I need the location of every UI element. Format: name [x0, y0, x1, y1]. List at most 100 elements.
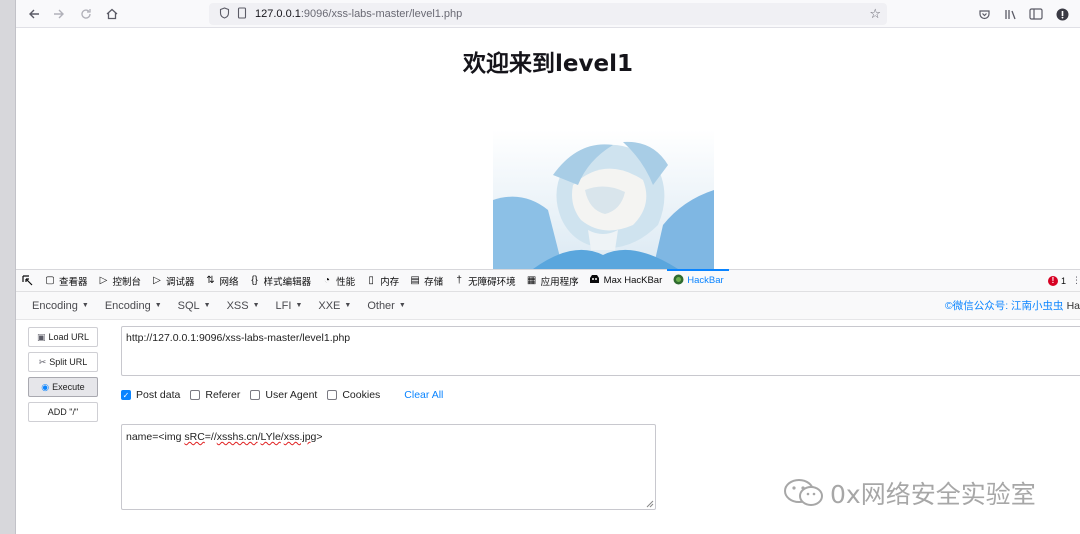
element-picker-icon[interactable]	[16, 270, 39, 291]
tab-debugger[interactable]: ▷ 调试器	[146, 270, 200, 291]
memory-icon: ▯	[368, 275, 374, 286]
level-image	[493, 130, 714, 269]
tab-max-hackbar[interactable]: Max HacKBar	[584, 270, 668, 291]
sidebar-icon[interactable]	[1026, 4, 1046, 24]
post-text: xss.jpg	[283, 431, 317, 443]
back-icon[interactable]	[24, 4, 44, 24]
tab-label: 网络	[219, 276, 239, 288]
tab-label: 无障碍环境	[468, 276, 516, 288]
add-slash-button[interactable]: ADD "/"	[28, 402, 98, 422]
post-data-checkbox[interactable]: ✓ Post data	[121, 389, 180, 401]
forward-icon[interactable]	[49, 4, 69, 24]
home-icon[interactable]	[102, 4, 122, 24]
left-window-strip	[0, 0, 16, 534]
button-label: ADD "/"	[47, 407, 79, 417]
accessibility-icon: †	[456, 275, 462, 286]
option-label: Referer	[205, 389, 241, 401]
menu-sql[interactable]: SQL ▼	[178, 300, 211, 312]
chevron-down-icon: ▼	[295, 302, 303, 309]
post-data-textarea[interactable]: name=<img sRC=//xsshs.cn/LYle/xss.jpg>	[121, 424, 656, 510]
tab-storage[interactable]: ▤ 存储	[404, 270, 448, 291]
menu-encoding[interactable]: Encoding ▼	[32, 300, 89, 312]
url-textarea[interactable]: http://127.0.0.1:9096/xss-labs-master/le…	[121, 326, 1080, 376]
shield-icon[interactable]	[217, 6, 231, 22]
tab-console[interactable]: ▷ 控制台	[93, 270, 147, 291]
page-icon[interactable]	[237, 6, 249, 22]
performance-icon: ◔	[324, 275, 331, 286]
tab-hackbar[interactable]: HackBar	[667, 269, 730, 291]
debugger-icon: ▷	[153, 275, 161, 286]
resize-handle-icon[interactable]	[646, 500, 654, 508]
tab-memory[interactable]: ▯ 内存	[360, 270, 404, 291]
tab-performance[interactable]: ◔ 性能	[316, 270, 360, 291]
credit-tail: Ha	[1066, 299, 1080, 312]
reload-icon[interactable]	[76, 4, 96, 24]
menu-label: Encoding	[32, 299, 78, 312]
cookies-checkbox[interactable]: Cookies	[327, 389, 380, 401]
checkbox-icon	[327, 390, 338, 400]
hackbar-menu-bar: Encoding ▼ Encoding ▼ SQL ▼ XSS ▼ LFI ▼ XXE ▼ …	[16, 292, 1080, 320]
tab-application[interactable]: ▦ 应用程序	[521, 270, 584, 291]
bookmark-star-icon[interactable]: ☆	[869, 6, 881, 22]
referer-checkbox[interactable]: Referer	[190, 389, 240, 401]
checkbox-checked-icon: ✓	[121, 390, 131, 400]
chevron-down-icon: ▼	[344, 302, 352, 309]
tab-label: 查看器	[59, 276, 88, 288]
button-label: Load URL	[48, 332, 90, 342]
checkbox-icon	[190, 390, 201, 400]
menu-encoding-2[interactable]: Encoding ▼	[105, 300, 162, 312]
menu-label: Encoding	[104, 299, 151, 312]
tab-inspector[interactable]: ▢ 查看器	[39, 270, 93, 291]
chevron-down-icon: ▼	[398, 302, 406, 309]
execute-button[interactable]: ◉ Execute	[28, 377, 98, 397]
url-value: http://127.0.0.1:9096/xss-labs-master/le…	[126, 332, 351, 344]
error-indicator[interactable]: ! 1	[1047, 270, 1066, 291]
split-url-button[interactable]: ✂ Split URL	[28, 352, 98, 372]
tab-style-editor[interactable]: {} 样式编辑器	[244, 270, 317, 291]
post-text: name=<img	[126, 431, 185, 443]
button-label: Execute	[52, 382, 85, 392]
tab-label: Max HacKBar	[603, 275, 663, 286]
library-icon[interactable]	[1001, 4, 1021, 24]
tab-label: 控制台	[112, 276, 142, 288]
overflow-icon[interactable]: ⋮	[1072, 270, 1080, 291]
account-icon[interactable]	[1052, 4, 1072, 24]
credit-link[interactable]: ©微信公众号: 江南小虫虫	[945, 298, 1064, 313]
load-icon: ▣	[36, 331, 46, 342]
post-text: >	[316, 431, 323, 443]
menu-other[interactable]: Other ▼	[367, 300, 405, 312]
load-url-button[interactable]: ▣ Load URL	[28, 327, 98, 347]
address-bar[interactable]: 127.0.0.1:9096/xss-labs-master/level1.ph…	[209, 3, 887, 25]
tab-accessibility[interactable]: † 无障碍环境	[448, 270, 521, 291]
play-icon: ◉	[41, 381, 50, 392]
tab-label: 内存	[380, 276, 400, 288]
options-row: ✓ Post data Referer User Agent Cookies Cl…	[121, 388, 443, 402]
tab-label: 应用程序	[540, 276, 579, 288]
menu-label: Other	[367, 299, 395, 312]
post-text: =//	[204, 431, 217, 443]
split-icon: ✂	[38, 356, 47, 367]
button-label: Split URL	[49, 357, 88, 367]
user-agent-checkbox[interactable]: User Agent	[250, 389, 317, 401]
hackbar-icon	[672, 274, 684, 288]
chevron-down-icon: ▼	[252, 302, 260, 309]
menu-label: SQL	[177, 299, 200, 312]
pocket-icon[interactable]	[974, 4, 994, 24]
tab-network[interactable]: ⇅ 网络	[200, 270, 244, 291]
url-host: 127.0.0.1	[255, 8, 301, 20]
menu-xss[interactable]: XSS ▼	[227, 300, 260, 312]
menu-label: LFI	[275, 299, 292, 312]
chevron-down-icon: ▼	[81, 302, 89, 309]
style-editor-icon: {}	[251, 275, 258, 286]
url-path: :9096/xss-labs-master/level1.php	[300, 8, 463, 20]
clear-all-link[interactable]: Clear All	[404, 389, 443, 401]
devtools-tab-strip: ▢ 查看器 ▷ 控制台 ▷ 调试器 ⇅ 网络 {} 样式编辑器 ◔ 性能 ▯ 内存 ▤ 存储 †…	[16, 269, 1080, 292]
watermark: 0x网络安全实验室	[782, 475, 1036, 511]
chevron-down-icon: ▼	[203, 302, 211, 309]
max-hackbar-icon	[589, 274, 601, 287]
menu-lfi[interactable]: LFI ▼	[276, 300, 303, 312]
tab-label: 样式编辑器	[263, 276, 312, 288]
menu-xxe[interactable]: XXE ▼	[318, 300, 351, 312]
tab-label: 调试器	[166, 276, 195, 288]
tab-label: 性能	[336, 276, 356, 288]
